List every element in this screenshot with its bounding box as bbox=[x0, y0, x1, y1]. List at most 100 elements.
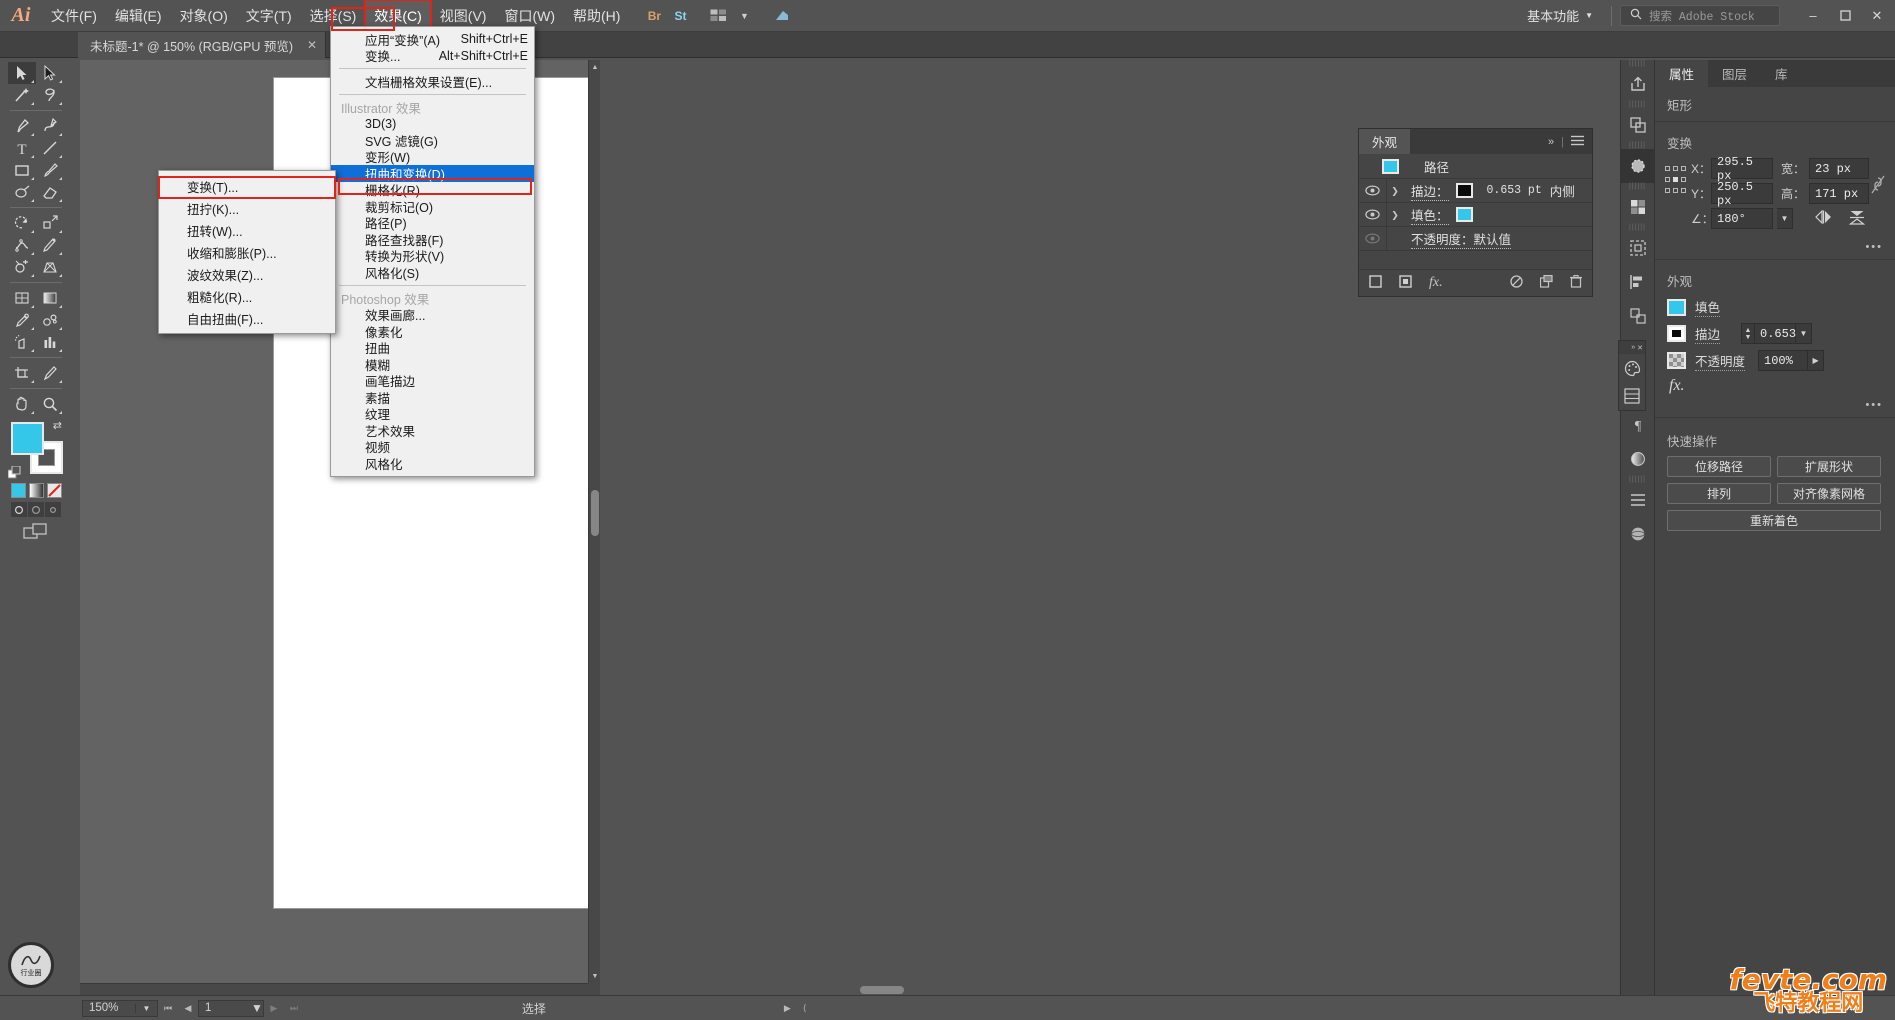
line-segment-tool[interactable] bbox=[36, 137, 64, 159]
vertical-scrollbar[interactable]: ▲ ▼ bbox=[588, 60, 600, 983]
artboard-number-value[interactable]: 1 bbox=[199, 1002, 251, 1014]
effect-menu-item[interactable]: 转换为形状(V) bbox=[331, 248, 534, 264]
scroll-down-icon[interactable]: ▼ bbox=[589, 969, 601, 983]
symbol-sprayer-tool[interactable] bbox=[8, 331, 36, 353]
submenu-item[interactable]: 扭转(W)... bbox=[159, 219, 335, 241]
next-artboard-icon[interactable]: ▶ bbox=[264, 1003, 284, 1014]
bridge-icon[interactable]: Br bbox=[641, 0, 667, 32]
mesh-tool[interactable] bbox=[8, 287, 36, 309]
rail-swatches-icon[interactable] bbox=[1621, 190, 1654, 224]
add-new-effect-icon[interactable]: fx. bbox=[1429, 275, 1443, 291]
ref-point[interactable] bbox=[1681, 177, 1686, 182]
menu-0[interactable]: 文件(F) bbox=[42, 0, 106, 32]
paintbrush-tool[interactable] bbox=[36, 159, 64, 181]
submenu-item[interactable]: 波纹效果(Z)... bbox=[159, 263, 335, 285]
duplicate-item-icon[interactable] bbox=[1539, 274, 1553, 291]
panel-group-grip[interactable]: |||||| bbox=[1621, 183, 1654, 190]
zoom-control[interactable]: 150% ▼ bbox=[82, 999, 158, 1017]
workspace-switcher[interactable]: 基本功能 ▼ bbox=[1517, 6, 1603, 25]
quick-action-button[interactable]: 对齐像素网格 bbox=[1777, 483, 1881, 504]
curvature-tool[interactable] bbox=[36, 115, 64, 137]
submenu-item[interactable]: 收缩和膨胀(P)... bbox=[159, 241, 335, 263]
add-new-stroke-icon[interactable] bbox=[1369, 275, 1382, 291]
appearance-more-options[interactable]: ••• bbox=[1655, 395, 1895, 411]
rail-export-icon[interactable] bbox=[1621, 67, 1654, 101]
quick-action-button[interactable]: 重新着色 bbox=[1667, 510, 1881, 531]
zoom-tool[interactable] bbox=[36, 393, 64, 415]
ref-point[interactable] bbox=[1665, 188, 1670, 193]
eraser-tool[interactable] bbox=[36, 181, 64, 203]
menu-2[interactable]: 对象(O) bbox=[171, 0, 237, 32]
flip-horizontal-icon[interactable] bbox=[1815, 209, 1832, 227]
fill-swatch[interactable] bbox=[1667, 298, 1686, 316]
effect-menu-item[interactable]: 风格化(S) bbox=[331, 264, 534, 281]
menu-8[interactable]: 帮助(H) bbox=[564, 0, 629, 32]
properties-panel[interactable]: 属性 图层库 矩形 变换 X： 295.5 px 宽： 23 px Y： 250.… bbox=[1654, 60, 1895, 995]
draw-behind-icon[interactable] bbox=[28, 502, 44, 517]
close-icon[interactable]: ✕ bbox=[1637, 344, 1643, 352]
chevron-right-icon[interactable]: ❯ bbox=[1386, 202, 1403, 227]
height-input[interactable]: 171 px bbox=[1809, 183, 1869, 204]
effect-menu-item[interactable]: 应用“变换”(A) Shift+Ctrl+E bbox=[331, 31, 534, 48]
rail-artboards-icon[interactable] bbox=[1621, 231, 1654, 265]
appearance-row-swatch[interactable] bbox=[1455, 207, 1473, 222]
effect-menu-item[interactable]: SVG 滤镜(G) bbox=[331, 132, 534, 149]
effect-menu-item[interactable]: 扭曲 bbox=[331, 340, 534, 356]
draw-inside-icon[interactable] bbox=[45, 502, 61, 517]
effect-menu-item[interactable]: 纹理 bbox=[331, 406, 534, 422]
rail-gradient-icon[interactable] bbox=[1621, 442, 1654, 476]
panel-group-grip[interactable]: |||||| bbox=[1621, 101, 1654, 108]
gradient-tool[interactable] bbox=[36, 287, 64, 309]
ref-point[interactable] bbox=[1681, 166, 1686, 171]
appearance-row[interactable]: ❯ 描边： 0.653 pt 内侧 bbox=[1359, 178, 1592, 203]
chevron-down-icon[interactable]: ▼ bbox=[1777, 208, 1793, 229]
effect-menu-item[interactable]: 像素化 bbox=[331, 323, 534, 340]
ref-point[interactable] bbox=[1681, 188, 1686, 193]
appearance-row-value[interactable]: 0.653 pt bbox=[1487, 184, 1542, 197]
panel-group-grip[interactable]: |||||| bbox=[1621, 60, 1654, 67]
stock-search-input[interactable]: 搜索 Adobe Stock bbox=[1620, 5, 1780, 26]
chevron-down-icon[interactable]: ▼ bbox=[1796, 323, 1813, 344]
y-input[interactable]: 250.5 px bbox=[1711, 180, 1773, 208]
tab-1[interactable]: 图层 bbox=[1708, 60, 1761, 87]
selection-tool[interactable] bbox=[8, 62, 36, 84]
artboard-number-control[interactable]: 1 ▼ bbox=[198, 999, 264, 1017]
panel-rail[interactable]: ||||||||||||||||||||||||||||||||||||A¶||… bbox=[1620, 60, 1654, 995]
effect-menu-item[interactable]: 文档栅格效果设置(E)... bbox=[331, 73, 534, 90]
shape-builder-tool[interactable] bbox=[8, 256, 36, 278]
rotate-tool[interactable] bbox=[8, 212, 36, 234]
chevron-down-icon[interactable]: ▼ bbox=[731, 0, 757, 32]
change-screen-mode-icon[interactable] bbox=[8, 523, 64, 540]
swap-fill-stroke-icon[interactable]: ⇄ bbox=[53, 419, 62, 432]
none-swatch[interactable] bbox=[47, 483, 62, 498]
panel-menu-icon[interactable] bbox=[1571, 135, 1584, 149]
rail-paragraph-icon[interactable]: ¶ bbox=[1621, 408, 1654, 442]
angle-input[interactable]: 180° bbox=[1711, 208, 1773, 229]
rectangle-tool[interactable] bbox=[8, 159, 36, 181]
add-new-fill-icon[interactable] bbox=[1399, 275, 1412, 291]
rail-layers-list-icon[interactable] bbox=[1621, 483, 1654, 517]
effect-menu-item[interactable]: 路径查找器(F) bbox=[331, 231, 534, 248]
effect-menu-item[interactable]: 栅格化(R)... bbox=[331, 182, 534, 198]
effect-menu-item[interactable]: 素描 bbox=[331, 389, 534, 406]
appearance-row-extra[interactable]: 内侧 bbox=[1550, 181, 1575, 200]
lasso-tool[interactable] bbox=[36, 84, 64, 106]
panel-group-grip[interactable]: |||||| bbox=[1621, 142, 1654, 149]
appearance-panel[interactable]: 外观 » | 路径 ❯ 描边： 0.653 pt 内侧 ❯ 填色： 不透明度：默认值 fx. bbox=[1358, 128, 1593, 297]
column-graph-tool[interactable] bbox=[36, 331, 64, 353]
perspective-grid-tool[interactable] bbox=[36, 256, 64, 278]
effect-menu-item[interactable]: 3D(3) bbox=[331, 116, 534, 133]
stroke-stepper[interactable]: ▲ ▼ bbox=[1741, 323, 1755, 344]
ref-point[interactable] bbox=[1665, 166, 1670, 171]
distort-transform-submenu[interactable]: 变换(T)... 扭拧(K)... 扭转(W)... 收缩和膨胀(P)... 波纹效果(… bbox=[158, 170, 336, 334]
flip-vertical-icon[interactable] bbox=[1848, 210, 1866, 228]
horizontal-scrollbar[interactable] bbox=[80, 983, 904, 995]
effect-menu-item[interactable]: 风格化 bbox=[331, 455, 534, 472]
artboard-tool[interactable] bbox=[8, 362, 36, 384]
effect-menu-item[interactable]: 变换... Alt+Shift+Ctrl+E bbox=[331, 48, 534, 65]
effect-menu-item[interactable]: 艺术效果 bbox=[331, 422, 534, 439]
visibility-eye-icon[interactable] bbox=[1359, 233, 1386, 244]
hand-tool[interactable] bbox=[8, 393, 36, 415]
effect-menu-dropdown[interactable]: 应用“变换”(A) Shift+Ctrl+E 变换... Alt+Shift+Ctrl… bbox=[330, 26, 535, 477]
rail-transform-icon[interactable] bbox=[1621, 299, 1654, 333]
